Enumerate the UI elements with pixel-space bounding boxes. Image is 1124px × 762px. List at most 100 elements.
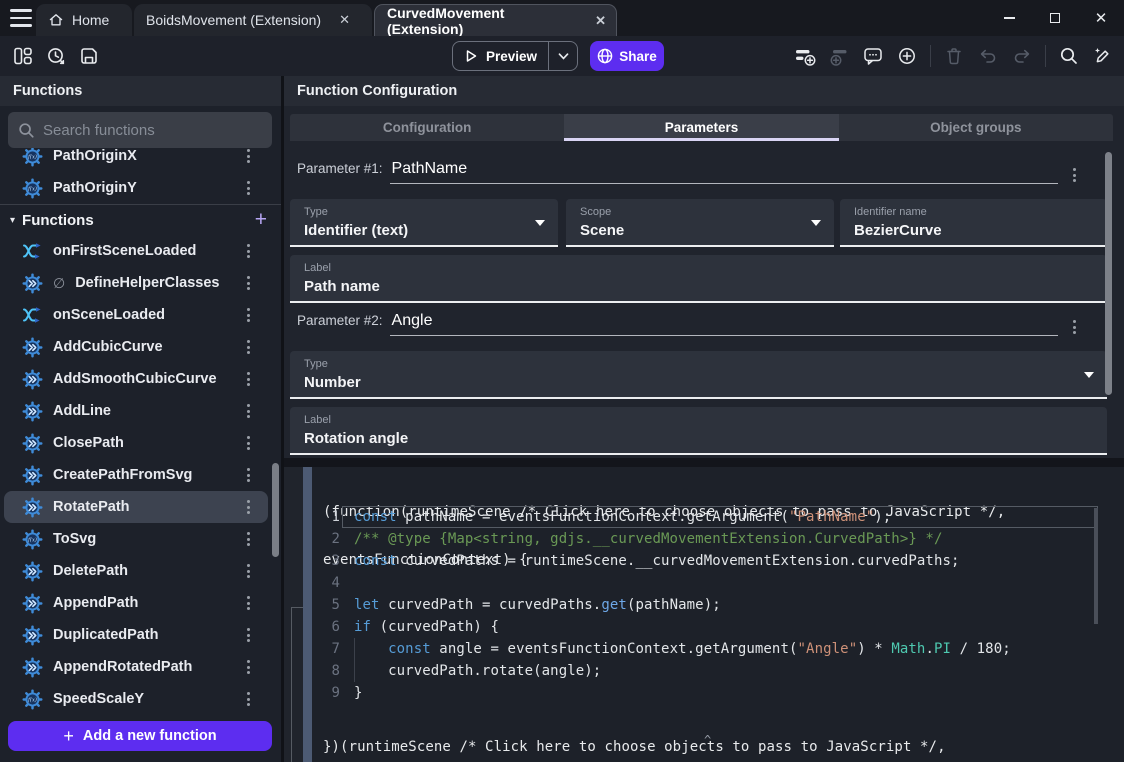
item-menu-icon[interactable] (243, 464, 254, 486)
add-circle-icon[interactable] (896, 45, 918, 67)
add-function-plus-icon[interactable]: + (255, 210, 267, 230)
param2-label-field[interactable]: Label Rotation angle (290, 407, 1107, 455)
parameter-name-input[interactable]: Angle (390, 312, 1058, 336)
code-editor-scrollbar[interactable] (1094, 508, 1098, 624)
function-list-item[interactable]: AddCubicCurve (4, 331, 268, 363)
item-menu-icon[interactable] (243, 592, 254, 614)
history-icon[interactable] (45, 45, 67, 67)
edit-extension-icon[interactable] (1092, 45, 1114, 67)
add-new-function-button[interactable]: + Add a new function (8, 721, 272, 751)
code-line[interactable]: 4 (312, 572, 1124, 594)
collapse-editor-caret[interactable]: ^ (704, 733, 711, 747)
maximize-button[interactable] (1032, 0, 1078, 36)
item-menu-icon[interactable] (243, 148, 254, 167)
functions-group-header[interactable]: ▾ Functions + (0, 206, 281, 234)
close-icon[interactable]: ✕ (339, 12, 350, 28)
param1-scope-field[interactable]: Scope Scene (566, 199, 834, 247)
js-code-editor[interactable]: (function(runtimeScene /* Click here to … (312, 467, 1124, 762)
item-menu-icon[interactable] (243, 240, 254, 262)
close-icon[interactable]: ✕ (595, 13, 606, 29)
undo-icon[interactable] (977, 45, 999, 67)
parameter-name-input[interactable]: PathName (390, 160, 1058, 184)
item-menu-icon[interactable] (243, 560, 254, 582)
line-content: if (curvedPath) { (354, 619, 499, 635)
function-list-item[interactable]: CreatePathFromSvg (4, 459, 268, 491)
preview-dropdown-button[interactable] (549, 53, 577, 60)
item-menu-icon[interactable] (243, 624, 254, 646)
code-line[interactable]: 3 const curvedPaths = runtimeScene.__cur… (312, 550, 1124, 572)
item-menu-icon[interactable] (243, 400, 254, 422)
function-list-item[interactable]: f(x) PathOriginX (4, 148, 268, 172)
save-icon[interactable] (78, 45, 100, 67)
parameter-1-menu-icon[interactable] (1069, 164, 1080, 186)
param2-type-field[interactable]: Type Number (290, 351, 1107, 399)
code-line[interactable]: 2 /** @type {Map<string, gdjs.__curvedMo… (312, 528, 1124, 550)
preview-button[interactable]: Preview (452, 41, 578, 71)
line-number: 9 (320, 685, 340, 701)
function-list-item[interactable]: AppendPath (4, 587, 268, 619)
function-list-item[interactable]: DeletePath (4, 555, 268, 587)
function-name: DefineHelperClasses (75, 275, 219, 291)
action-function-icon (22, 497, 43, 518)
add-event-icon[interactable] (794, 45, 816, 67)
minimize-button[interactable] (986, 0, 1032, 36)
delete-icon[interactable] (943, 45, 965, 67)
field-label: Label (304, 262, 1107, 274)
parameter-2-menu-icon[interactable] (1069, 316, 1080, 338)
event-drag-handle[interactable] (303, 467, 312, 762)
code-line[interactable]: 8 curvedPath.rotate(angle); (312, 660, 1124, 682)
item-menu-icon[interactable] (243, 304, 254, 326)
function-list-item[interactable]: ∅ DefineHelperClasses (4, 267, 268, 299)
tab-curvedmovement[interactable]: CurvedMovement (Extension) ✕ (374, 4, 617, 36)
add-comment-icon[interactable] (862, 45, 884, 67)
item-menu-icon[interactable] (243, 336, 254, 358)
function-list-item[interactable]: onSceneLoaded (4, 299, 268, 331)
tab-boidsmovement[interactable]: BoidsMovement (Extension) ✕ (134, 4, 372, 36)
code-line[interactable]: 9 } (312, 682, 1124, 704)
tab-parameters[interactable]: Parameters (564, 114, 838, 141)
search-functions-box[interactable] (8, 112, 272, 148)
function-list-item[interactable]: AddSmoothCubicCurve (4, 363, 268, 395)
item-menu-icon[interactable] (243, 688, 254, 710)
tab-label: CurvedMovement (Extension) (387, 5, 577, 37)
share-button[interactable]: Share (590, 41, 664, 71)
gdevelop-window: Home BoidsMovement (Extension) ✕ CurvedM… (0, 0, 1124, 762)
sidebar-scrollbar[interactable] (272, 463, 279, 557)
search-icon[interactable] (1058, 45, 1080, 67)
item-menu-icon[interactable] (243, 177, 254, 199)
line-content: } (354, 685, 363, 701)
function-list-item[interactable]: f(x) SpeedScaleY (4, 683, 268, 715)
function-list-item[interactable]: AppendRotatedPath (4, 651, 268, 683)
code-line[interactable]: 5 let curvedPath = curvedPaths.get(pathN… (312, 594, 1124, 616)
function-list-item[interactable]: RotatePath (4, 491, 268, 523)
item-menu-icon[interactable] (243, 528, 254, 550)
tab-home[interactable]: Home (36, 4, 132, 36)
main-menu-icon[interactable] (10, 9, 32, 27)
add-subevent-icon[interactable] (828, 45, 850, 67)
function-list-item[interactable]: onFirstSceneLoaded (4, 235, 268, 267)
item-menu-icon[interactable] (243, 272, 254, 294)
project-manager-icon[interactable] (12, 45, 34, 67)
item-menu-icon[interactable] (243, 496, 254, 518)
function-list-item[interactable]: ClosePath (4, 427, 268, 459)
parameters-scrollbar[interactable] (1105, 152, 1112, 395)
item-menu-icon[interactable] (243, 368, 254, 390)
function-name: AppendRotatedPath (53, 659, 192, 675)
function-list-item[interactable]: f(x) ToSvg (4, 523, 268, 555)
function-list-item[interactable]: DuplicatedPath (4, 619, 268, 651)
redo-icon[interactable] (1011, 45, 1033, 67)
item-menu-icon[interactable] (243, 656, 254, 678)
code-line[interactable]: 7 const angle = eventsFunctionContext.ge… (312, 638, 1124, 660)
param1-label-field[interactable]: Label Path name (290, 255, 1107, 303)
function-list-item[interactable]: AddLine (4, 395, 268, 427)
search-input[interactable] (43, 122, 262, 139)
item-menu-icon[interactable] (243, 432, 254, 454)
tab-configuration[interactable]: Configuration (290, 114, 564, 141)
code-line[interactable]: 6 if (curvedPath) { (312, 616, 1124, 638)
tab-object-groups[interactable]: Object groups (839, 114, 1113, 141)
param1-identifier-field[interactable]: Identifier name BezierCurve (840, 199, 1107, 247)
code-line[interactable]: 1 const pathName = eventsFunctionContext… (312, 506, 1124, 528)
close-window-button[interactable]: ✕ (1078, 0, 1124, 36)
param1-type-field[interactable]: Type Identifier (text) (290, 199, 558, 247)
function-list-item[interactable]: f(x) PathOriginY (4, 172, 268, 204)
